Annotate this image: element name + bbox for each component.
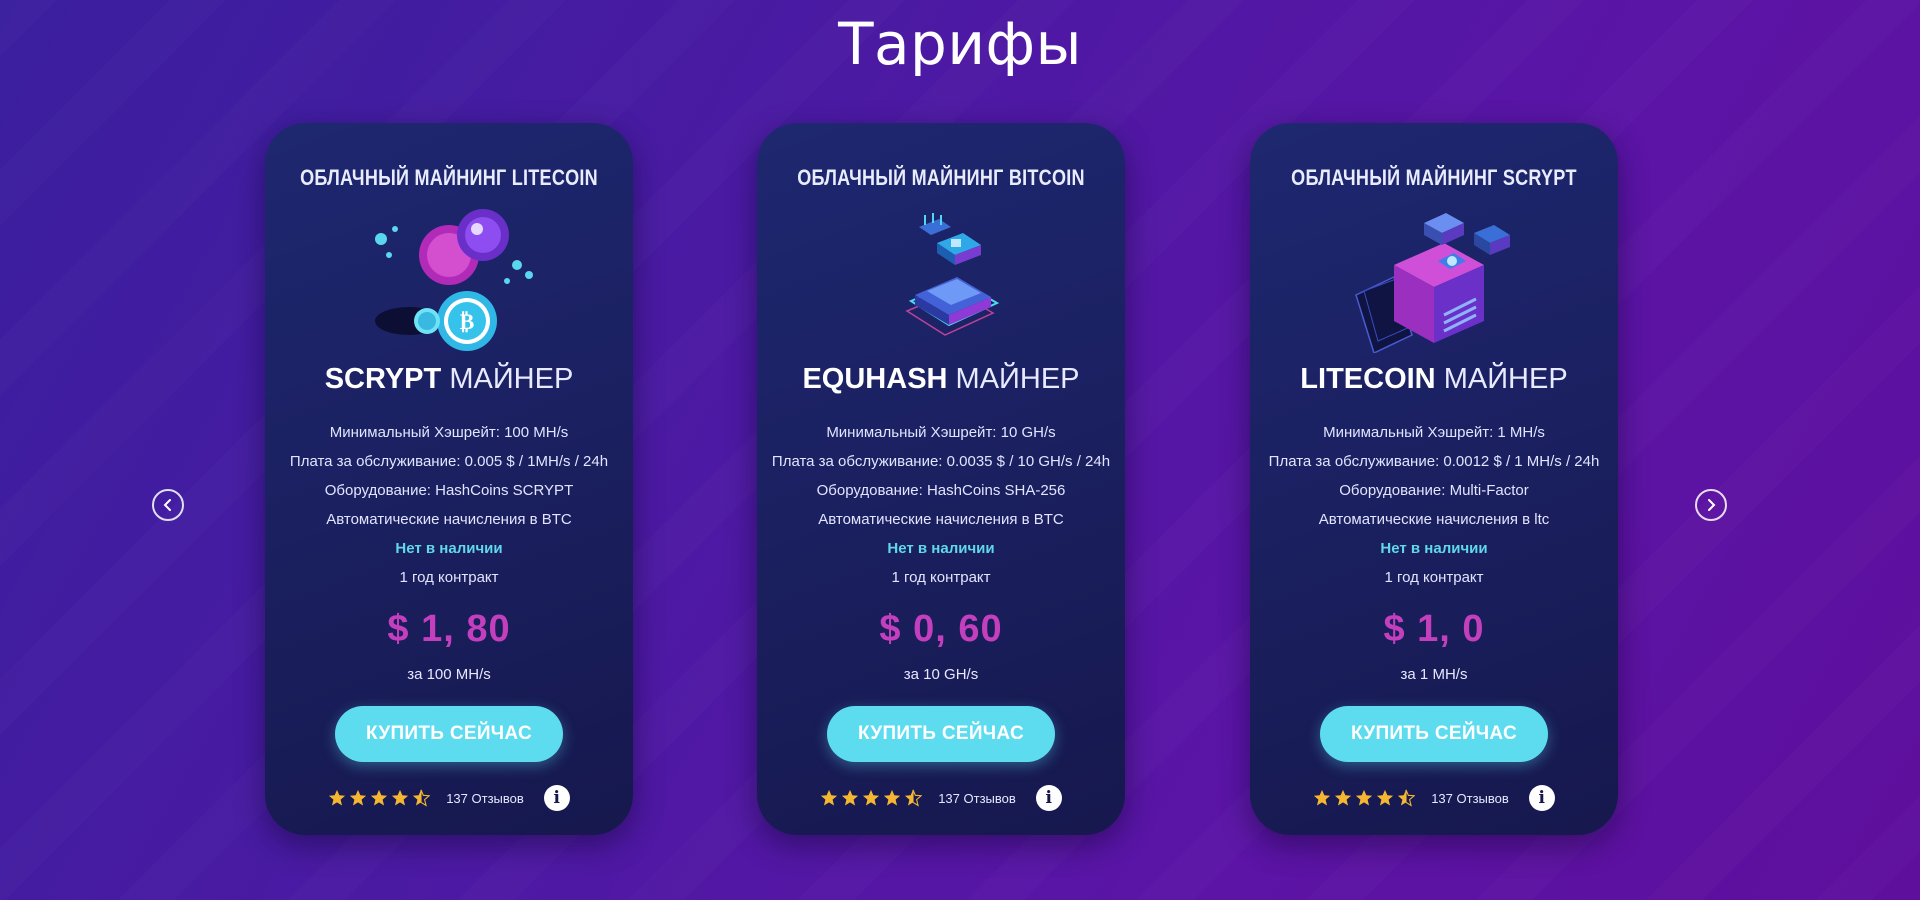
buy-now-button[interactable]: КУПИТЬ СЕЙЧАС (827, 706, 1055, 762)
star-icon (821, 789, 838, 806)
specs-list: Минимальный Хэшрейт: 100 MH/s Плата за о… (265, 418, 633, 592)
miner-name: EQUHASH МАЙНЕР (757, 363, 1125, 396)
star-rating (328, 789, 431, 807)
tariff-card: ОБЛАЧНЫЙ МАЙНИНГ SCRYPT LITECOIN МАЙНЕР … (1250, 123, 1618, 835)
spec-hashrate: Минимальный Хэшрейт: 100 MH/s (329, 424, 569, 441)
spec-fee: Плата за обслуживание: 0.0012 $ / 1 MH/s… (1268, 453, 1600, 470)
price: $ 1, 80 (387, 608, 511, 650)
info-icon[interactable]: i (543, 785, 570, 811)
carousel-next-button[interactable] (1695, 489, 1727, 521)
spec-fee: Плата за обслуживание: 0.005 $ / 1MH/s /… (289, 453, 609, 470)
coins-bitcoin-icon: ₿ (375, 209, 533, 351)
contract-term: 1 год контракт (1384, 569, 1484, 586)
chevron-left-icon (163, 499, 171, 511)
price-unit: за 1 MH/s (1400, 666, 1468, 683)
star-half-icon (905, 789, 923, 807)
spec-hardware: Оборудование: Multi-Factor (1339, 482, 1529, 499)
chip-blocks-icon (905, 213, 1000, 336)
price-unit: за 10 GH/s (903, 666, 979, 683)
spec-payout: Автоматические начисления в BTC (818, 511, 1064, 528)
carousel-prev-button[interactable] (152, 489, 184, 521)
spec-payout: Автоматические начисления в ltc (1318, 511, 1550, 528)
star-icon (1335, 789, 1352, 806)
rating-row: 137 Отзывов i (757, 785, 1125, 811)
reviews-count[interactable]: 137 Отзывов (1431, 791, 1509, 806)
star-icon (1314, 789, 1331, 806)
card-heading: ОБЛАЧНЫЙ МАЙНИНГ BITCOIN (797, 165, 1085, 190)
miner-name-rest: МАЙНЕР (955, 363, 1080, 395)
star-icon (329, 789, 346, 806)
price: $ 1, 0 (1383, 608, 1485, 650)
reviews-count[interactable]: 137 Отзывов (446, 791, 524, 806)
rating-row: 137 Отзывов i (265, 785, 633, 811)
buy-now-button[interactable]: КУПИТЬ СЕЙЧАС (1320, 706, 1548, 762)
card-heading: ОБЛАЧНЫЙ МАЙНИНГ SCRYPT (1291, 165, 1577, 190)
tariff-card: ОБЛАЧНЫЙ МАЙНИНГ BITCOIN EQUHASH МАЙНЕР … (757, 123, 1125, 835)
miner-name-rest: МАЙНЕР (1443, 363, 1568, 395)
star-half-icon (413, 789, 431, 807)
star-icon (392, 789, 409, 806)
miner-name-bold: SCRYPT (324, 363, 442, 395)
rating-row: 137 Отзывов i (1250, 785, 1618, 811)
card-heading: ОБЛАЧНЫЙ МАЙНИНГ LITECOIN (300, 165, 598, 190)
contract-term: 1 год контракт (891, 569, 991, 586)
stock-status: Нет в наличии (887, 540, 995, 557)
info-icon[interactable]: i (1035, 785, 1062, 811)
specs-list: Минимальный Хэшрейт: 1 MH/s Плата за обс… (1250, 418, 1618, 592)
spec-hardware: Оборудование: HashCoins SHA-256 (816, 482, 1066, 499)
stock-status: Нет в наличии (395, 540, 503, 557)
price: $ 0, 60 (879, 608, 1003, 650)
spec-hashrate: Минимальный Хэшрейт: 1 MH/s (1323, 424, 1545, 441)
price-unit: за 100 MH/s (407, 666, 491, 683)
spec-payout: Автоматические начисления в BTC (326, 511, 572, 528)
spec-fee: Плата за обслуживание: 0.0035 $ / 10 GH/… (771, 453, 1111, 470)
miner-name: SCRYPT МАЙНЕР (265, 363, 633, 396)
star-icon (1377, 789, 1394, 806)
miner-name-bold: EQUHASH (802, 363, 948, 395)
spec-hashrate: Минимальный Хэшрейт: 10 GH/s (826, 424, 1056, 441)
star-icon (863, 789, 880, 806)
chevron-right-icon (1708, 499, 1716, 511)
miner-name-rest: МАЙНЕР (449, 363, 574, 395)
info-icon[interactable]: i (1528, 785, 1555, 811)
star-half-icon (1398, 789, 1416, 807)
cube-miner-icon (1355, 213, 1510, 353)
star-rating (1313, 789, 1416, 807)
tariff-card: ОБЛАЧНЫЙ МАЙНИНГ LITECOIN ₿ SCRYPT МАЙНЕ… (265, 123, 633, 835)
contract-term: 1 год контракт (399, 569, 499, 586)
star-rating (820, 789, 923, 807)
miner-name: LITECOIN МАЙНЕР (1250, 363, 1618, 396)
star-icon (371, 789, 388, 806)
specs-list: Минимальный Хэшрейт: 10 GH/s Плата за об… (757, 418, 1125, 592)
spec-hardware: Оборудование: HashCoins SCRYPT (324, 482, 574, 499)
star-icon (350, 789, 367, 806)
reviews-count[interactable]: 137 Отзывов (938, 791, 1016, 806)
miner-name-bold: LITECOIN (1300, 363, 1436, 395)
svg-text:₿: ₿ (460, 310, 475, 335)
star-icon (1356, 789, 1373, 806)
stock-status: Нет в наличии (1380, 540, 1488, 557)
buy-now-button[interactable]: КУПИТЬ СЕЙЧАС (335, 706, 563, 762)
page-title: Тарифы (838, 10, 1082, 78)
star-icon (884, 789, 901, 806)
star-icon (842, 789, 859, 806)
